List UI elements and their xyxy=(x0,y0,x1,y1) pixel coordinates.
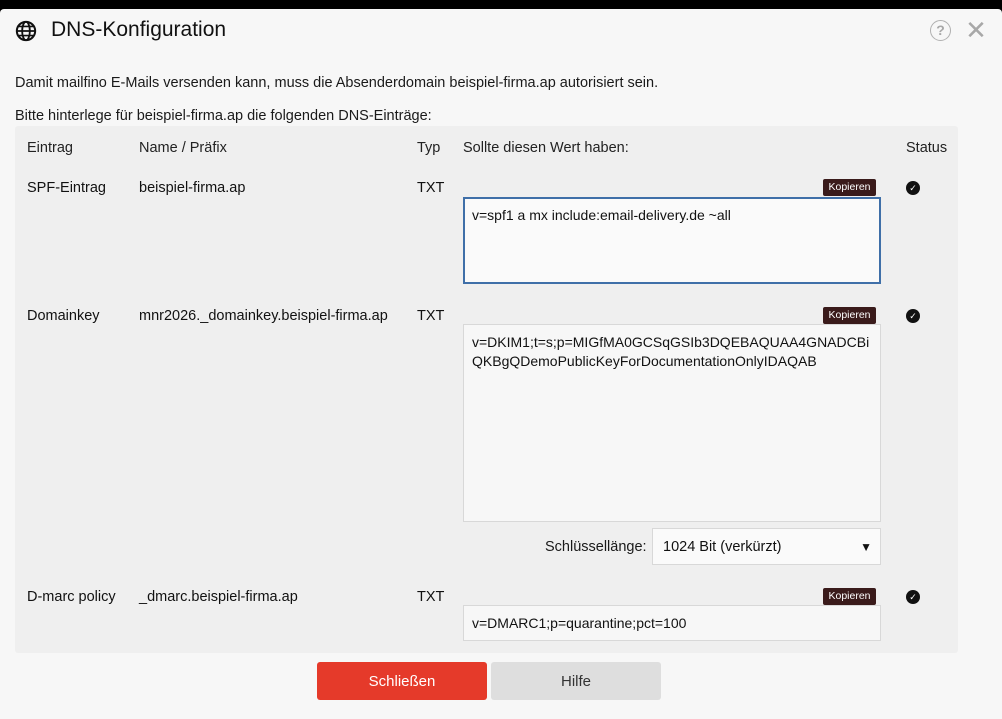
row-dmarc-name: _dmarc.beispiel-firma.ap xyxy=(139,589,298,605)
spf-value-textarea[interactable] xyxy=(463,197,881,284)
header-type: Typ xyxy=(417,140,441,156)
row-spf-entry: SPF-Eintrag xyxy=(27,180,106,196)
row-dmarc-entry: D-marc policy xyxy=(27,589,116,605)
key-length-label: Schlüssellänge: xyxy=(545,539,647,555)
help-icon[interactable]: ? xyxy=(930,20,951,41)
dmarc-value-field[interactable]: v=DMARC1;p=quarantine;pct=100 xyxy=(463,605,881,641)
header-entry: Eintrag xyxy=(27,140,73,156)
check-circle-icon: ✓ xyxy=(906,590,920,604)
row-dmarc-type: TXT xyxy=(417,589,445,605)
dns-config-dialog: DNS-Konfiguration ? ✕ Damit mailfino E-M… xyxy=(0,9,1002,719)
header-status: Status xyxy=(906,140,948,156)
row-spf-type: TXT xyxy=(417,180,445,196)
copy-button-spf[interactable]: Kopieren xyxy=(823,179,876,196)
help-button[interactable]: Hilfe xyxy=(491,662,661,700)
dkim-value-textarea[interactable] xyxy=(463,324,881,522)
key-length-select[interactable]: 1024 Bit (verkürzt) ▼ xyxy=(652,528,881,565)
copy-button-dmarc[interactable]: Kopieren xyxy=(823,588,876,605)
dialog-header: DNS-Konfiguration ? ✕ xyxy=(0,9,1002,57)
dialog-title: DNS-Konfiguration xyxy=(51,18,227,41)
row-dkim-name: mnr2026._domainkey.beispiel-firma.ap xyxy=(139,308,388,324)
row-spf-name: beispiel-firma.ap xyxy=(139,180,246,196)
close-button[interactable]: Schließen xyxy=(317,662,487,700)
check-circle-icon: ✓ xyxy=(906,309,920,323)
instruction-text: Bitte hinterlege für beispiel-firma.ap d… xyxy=(15,108,432,124)
globe-icon xyxy=(15,20,37,42)
row-dkim-entry: Domainkey xyxy=(27,308,100,324)
key-length-value: 1024 Bit (verkürzt) xyxy=(663,539,782,555)
caret-down-icon: ▼ xyxy=(860,540,872,554)
check-circle-icon: ✓ xyxy=(906,181,920,195)
close-icon[interactable]: ✕ xyxy=(965,17,987,43)
header-value: Sollte diesen Wert haben: xyxy=(463,140,629,156)
header-name: Name / Präfix xyxy=(139,140,227,156)
row-dkim-type: TXT xyxy=(417,308,445,324)
intro-text: Damit mailfino E-Mails versenden kann, m… xyxy=(15,75,659,91)
copy-button-dkim[interactable]: Kopieren xyxy=(823,307,876,324)
